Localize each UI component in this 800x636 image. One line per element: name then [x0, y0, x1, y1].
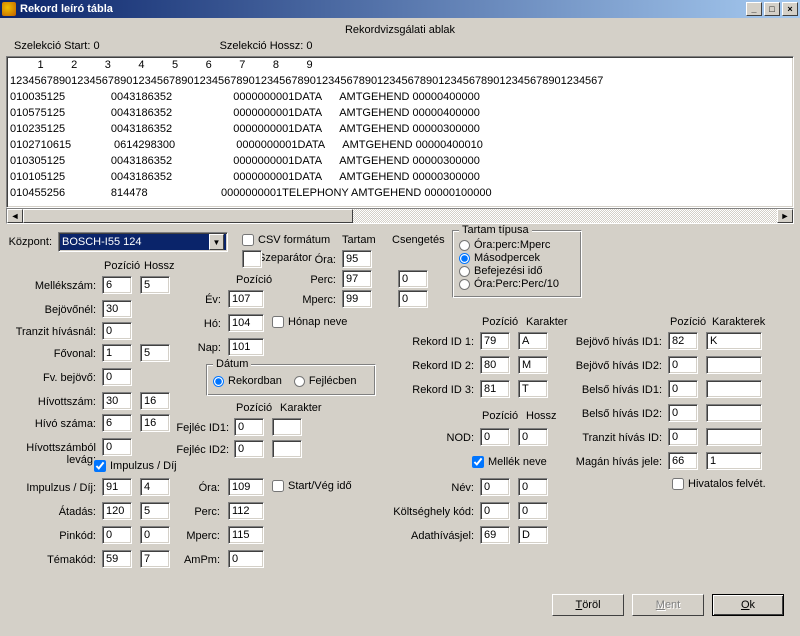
belid1-kar[interactable] [706, 380, 762, 398]
app-icon [2, 2, 16, 16]
ev-input[interactable] [228, 290, 264, 308]
ho-input[interactable] [228, 314, 264, 332]
maximize-button[interactable]: □ [764, 2, 780, 16]
bejid2-kar[interactable] [706, 356, 762, 374]
record-viewer[interactable]: 1 2 3 4 5 6 7 8 9 1234567890123456789012… [6, 56, 794, 208]
fejlec1-poz[interactable] [234, 418, 264, 436]
pinkod-hossz[interactable] [140, 526, 170, 544]
fejlec2-poz[interactable] [234, 440, 264, 458]
fvbejovo-poz[interactable] [102, 368, 132, 386]
hivottszam-poz[interactable] [102, 392, 132, 410]
fejlec2-kar[interactable] [272, 440, 302, 458]
tartam-perc-input[interactable] [342, 270, 372, 288]
nod-poz[interactable] [480, 428, 510, 446]
atadas-poz[interactable] [102, 502, 132, 520]
startveg-checkbox[interactable]: Start/Vég idő [272, 480, 352, 492]
tt-option2[interactable] [459, 253, 470, 264]
tranzitid-kar[interactable] [706, 428, 762, 446]
csengetes-perc-input[interactable] [398, 270, 428, 288]
horizontal-scrollbar[interactable]: ◄ ► [6, 208, 794, 224]
nap-input[interactable] [228, 338, 264, 356]
tartam-ora-input[interactable] [342, 250, 372, 268]
tranzit-poz[interactable] [102, 322, 132, 340]
scroll-left-icon[interactable]: ◄ [7, 209, 23, 223]
rekid3-kar[interactable] [518, 380, 548, 398]
pinkod-poz[interactable] [102, 526, 132, 544]
temakod-poz[interactable] [102, 550, 132, 568]
atadas-hossz[interactable] [140, 502, 170, 520]
rekid2-poz[interactable] [480, 356, 510, 374]
impdij-hossz[interactable] [140, 478, 170, 496]
torol-button[interactable]: Töröl [552, 594, 624, 616]
minimize-button[interactable]: _ [746, 2, 762, 16]
datum-rekordban[interactable] [213, 376, 224, 387]
csv-checkbox[interactable]: CSV formátum [242, 234, 330, 246]
rekid2-kar[interactable] [518, 356, 548, 374]
tartam-header: Tartam [342, 234, 376, 246]
rekid1-poz[interactable] [480, 332, 510, 350]
bejid1-poz[interactable] [668, 332, 698, 350]
ampm-input[interactable] [228, 550, 264, 568]
temakod-hossz[interactable] [140, 550, 170, 568]
ok-button[interactable]: Ok [712, 594, 784, 616]
adathiv-kar[interactable] [518, 526, 548, 544]
adathiv-poz[interactable] [480, 526, 510, 544]
ora2-input[interactable] [228, 478, 264, 496]
hlevag-poz[interactable] [102, 438, 132, 456]
scroll-thumb[interactable] [23, 209, 353, 223]
impdij-poz[interactable] [102, 478, 132, 496]
kozpont-label: Központ: [6, 236, 52, 248]
tartam-mperc-input[interactable] [342, 290, 372, 308]
honapneve-checkbox[interactable]: Hónap neve [272, 316, 347, 328]
perc2-input[interactable] [228, 502, 264, 520]
belid2-kar[interactable] [706, 404, 762, 422]
magan-kar[interactable] [706, 452, 762, 470]
tt-option4[interactable] [459, 279, 470, 290]
nev-hossz[interactable] [518, 478, 548, 496]
koltseg-hossz[interactable] [518, 502, 548, 520]
rekid1-kar[interactable] [518, 332, 548, 350]
scroll-right-icon[interactable]: ► [777, 209, 793, 223]
belid1-poz[interactable] [668, 380, 698, 398]
ment-button[interactable]: Ment [632, 594, 704, 616]
tt-option1[interactable] [459, 240, 470, 251]
nod-hossz[interactable] [518, 428, 548, 446]
hivatalos-checkbox[interactable]: Hivatalos felvét. [672, 478, 766, 490]
mellekszam-poz[interactable] [102, 276, 132, 294]
mperc2-input[interactable] [228, 526, 264, 544]
fovonal-poz[interactable] [102, 344, 132, 362]
separator-input[interactable] [242, 250, 262, 268]
bejid2-poz[interactable] [668, 356, 698, 374]
fovonal-hossz[interactable] [140, 344, 170, 362]
fejlec1-kar[interactable] [272, 418, 302, 436]
csengetes-mperc-input[interactable] [398, 290, 428, 308]
bejid1-kar[interactable] [706, 332, 762, 350]
separator-label: Szeparátor [258, 252, 312, 264]
kozpont-combo[interactable]: BOSCH-I55 124 ▼ [58, 232, 228, 252]
nev-poz[interactable] [480, 478, 510, 496]
close-button[interactable]: × [782, 2, 798, 16]
csengetes-header: Csengetés [392, 234, 445, 246]
koltseg-poz[interactable] [480, 502, 510, 520]
mellekneve-checkbox[interactable]: Mellék neve [472, 456, 547, 468]
impdij-checkbox[interactable]: Impulzus / Díj [94, 460, 177, 472]
tartam-tipus-group: Tartam típusa Óra:perc:Mperc Másodpercek… [452, 230, 582, 298]
hivottszam-hossz[interactable] [140, 392, 170, 410]
selection-start-label: Szelekció Start: 0 [14, 40, 100, 52]
bejovonel-poz[interactable] [102, 300, 132, 318]
belid2-poz[interactable] [668, 404, 698, 422]
magan-poz[interactable] [668, 452, 698, 470]
hivoszama-hossz[interactable] [140, 414, 170, 432]
rekid3-poz[interactable] [480, 380, 510, 398]
datum-group: Dátum Rekordban Fejlécben [206, 364, 376, 396]
chevron-down-icon[interactable]: ▼ [209, 234, 224, 250]
datum-fejlecben[interactable] [294, 376, 305, 387]
tt-option3[interactable] [459, 266, 470, 277]
selection-length-label: Szelekció Hossz: 0 [220, 40, 313, 52]
mellekszam-hossz[interactable] [140, 276, 170, 294]
tranzitid-poz[interactable] [668, 428, 698, 446]
panel-title: Rekordvizsgálati ablak [6, 22, 794, 40]
window-title: Rekord leíró tábla [20, 3, 744, 15]
hivoszama-poz[interactable] [102, 414, 132, 432]
